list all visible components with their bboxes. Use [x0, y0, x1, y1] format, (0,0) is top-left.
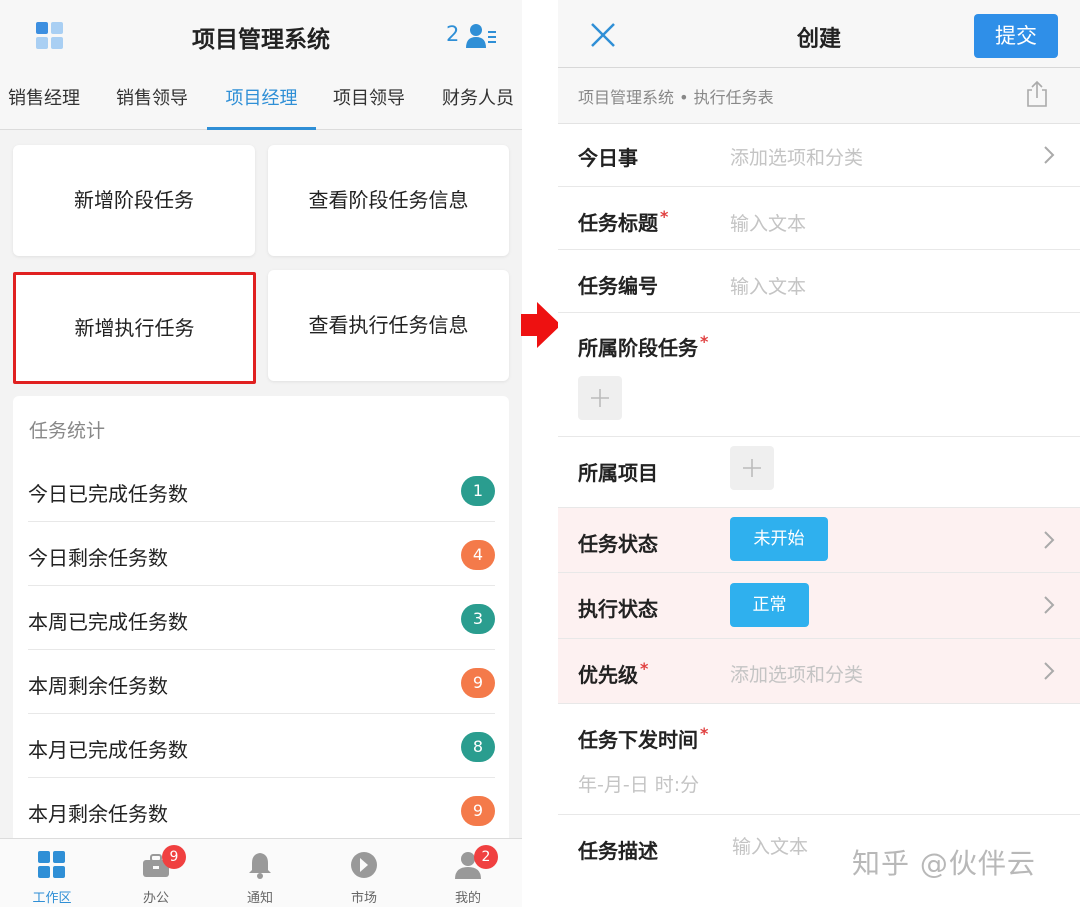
bell-icon [249, 853, 271, 879]
tab-label: 办公 [142, 891, 169, 906]
task-title-field[interactable]: 任务标题 * 输入文本 [558, 187, 1080, 250]
breadcrumb-bar: 项目管理系统 • 执行任务表 [558, 68, 1080, 124]
tab-label: 市场 [350, 891, 377, 906]
stat-row[interactable]: 今日已完成任务数 1 [28, 458, 495, 522]
tab-sales-manager[interactable]: 销售经理 [0, 72, 88, 130]
stat-count-badge: 3 [461, 604, 495, 634]
add-stage-task-button[interactable] [578, 376, 622, 420]
project-field: 所属项目 [558, 437, 1080, 508]
compass-icon [351, 852, 377, 878]
task-status-tag[interactable]: 未开始 [730, 517, 828, 561]
field-label: 执行状态 [578, 597, 658, 621]
chevron-right-icon [1044, 531, 1055, 549]
create-task-screen: 创建 提交 项目管理系统 • 执行任务表 今日事 添加选项和分类 任务标题 * 输… [558, 0, 1080, 907]
form-header: 创建 提交 [558, 0, 1080, 68]
required-mark: * [700, 724, 709, 743]
stat-row[interactable]: 本月已完成任务数 8 [28, 714, 495, 778]
field-label: 任务标题 * [578, 207, 669, 235]
stat-label: 本月剩余任务数 [28, 802, 168, 826]
tab-label: 工作区 [32, 891, 72, 906]
stat-label: 本周已完成任务数 [28, 610, 188, 634]
tab-label: 通知 [246, 891, 273, 906]
tab-workspace[interactable]: 工作区 [0, 839, 104, 907]
stat-row[interactable]: 本月剩余任务数 9 [28, 778, 495, 842]
stats-title: 任务统计 [29, 420, 106, 442]
task-stats-panel: 任务统计 今日已完成任务数 1 今日剩余任务数 4 本周已完成任务数 3 本周剩… [13, 396, 509, 856]
stat-row[interactable]: 今日剩余任务数 4 [28, 522, 495, 586]
stat-label: 今日已完成任务数 [28, 482, 188, 506]
arrow-right-icon [521, 302, 561, 348]
task-number-input[interactable]: 输入文本 [730, 272, 806, 299]
task-number-field[interactable]: 任务编号 输入文本 [558, 250, 1080, 313]
stat-count-badge: 9 [461, 668, 495, 698]
stat-count-badge: 9 [461, 796, 495, 826]
user-count[interactable]: 2 [446, 22, 459, 46]
workspace-screen: 项目管理系统 2 销售经理 销售领导 项目经理 项目领导 财务人员 新增阶段任务… [0, 0, 522, 907]
tab-market[interactable]: 市场 [312, 839, 416, 907]
watermark: 知乎 @伙伴云 [852, 847, 1036, 880]
field-label: 今日事 [578, 146, 638, 170]
field-label: 优先级 * [578, 659, 649, 687]
required-mark: * [660, 207, 669, 226]
app-title: 项目管理系统 [192, 27, 330, 53]
tab-project-manager[interactable]: 项目经理 [207, 72, 316, 130]
plus-icon [591, 389, 609, 407]
chevron-right-icon [1044, 596, 1055, 614]
field-label: 任务状态 [578, 532, 658, 556]
exec-status-tag[interactable]: 正常 [730, 583, 809, 627]
required-mark: * [700, 332, 709, 351]
mine-badge: 2 [474, 845, 498, 869]
exec-status-field[interactable]: 执行状态 正常 [558, 573, 1080, 639]
add-project-button[interactable] [730, 446, 774, 490]
breadcrumb[interactable]: 项目管理系统 • 执行任务表 [578, 84, 774, 108]
field-label: 所属阶段任务 * [578, 332, 709, 360]
stat-count-badge: 8 [461, 732, 495, 762]
office-badge: 9 [162, 845, 186, 869]
share-icon[interactable] [1026, 80, 1048, 108]
tab-sales-leader[interactable]: 销售领导 [104, 72, 200, 130]
role-tabs: 销售经理 销售领导 项目经理 项目领导 财务人员 [0, 72, 522, 130]
user-list-icon[interactable] [465, 22, 497, 50]
stat-count-badge: 4 [461, 540, 495, 570]
chevron-right-icon [1044, 662, 1055, 680]
stat-row[interactable]: 本周已完成任务数 3 [28, 586, 495, 650]
stat-row[interactable]: 本周剩余任务数 9 [28, 650, 495, 714]
stat-label: 本月已完成任务数 [28, 738, 188, 762]
task-status-field[interactable]: 任务状态 未开始 [558, 508, 1080, 573]
add-stage-task-card[interactable]: 新增阶段任务 [13, 145, 255, 256]
description-input[interactable]: 输入文本 [732, 832, 808, 859]
field-label: 所属项目 [578, 461, 658, 485]
view-stage-task-card[interactable]: 查看阶段任务信息 [268, 145, 509, 256]
today-placeholder: 添加选项和分类 [730, 147, 864, 169]
stat-count-badge: 1 [461, 476, 495, 506]
tab-project-leader[interactable]: 项目领导 [321, 72, 417, 130]
field-label: 任务编号 [578, 274, 658, 298]
tab-office[interactable]: 9 办公 [104, 839, 208, 907]
submit-button[interactable]: 提交 [974, 14, 1058, 58]
issue-time-input[interactable]: 年-月-日 时:分 [578, 770, 699, 797]
stat-label: 本周剩余任务数 [28, 674, 168, 698]
chevron-right-icon [1044, 146, 1055, 164]
app-header: 项目管理系统 2 [0, 0, 522, 72]
plus-icon [743, 459, 761, 477]
priority-field[interactable]: 优先级 * 添加选项和分类 [558, 639, 1080, 704]
tab-notify[interactable]: 通知 [208, 839, 312, 907]
bottom-tabbar: 工作区 9 办公 通知 市场 2 我的 [0, 838, 522, 907]
tab-finance-staff[interactable]: 财务人员 [430, 72, 522, 130]
issue-time-field[interactable]: 任务下发时间 * 年-月-日 时:分 [558, 704, 1080, 815]
stat-label: 今日剩余任务数 [28, 546, 168, 570]
today-field[interactable]: 今日事 添加选项和分类 [558, 124, 1080, 187]
view-exec-task-card[interactable]: 查看执行任务信息 [268, 270, 509, 381]
field-label: 任务下发时间 * [578, 724, 709, 752]
stage-task-field: 所属阶段任务 * [558, 313, 1080, 437]
grid-icon [38, 851, 65, 878]
required-mark: * [640, 659, 649, 678]
add-exec-task-card[interactable]: 新增执行任务 [13, 272, 256, 384]
tab-label: 我的 [454, 891, 481, 906]
tab-mine[interactable]: 2 我的 [416, 839, 520, 907]
priority-placeholder: 添加选项和分类 [730, 664, 864, 686]
field-label: 任务描述 [578, 839, 658, 863]
task-title-input[interactable]: 输入文本 [730, 209, 806, 236]
